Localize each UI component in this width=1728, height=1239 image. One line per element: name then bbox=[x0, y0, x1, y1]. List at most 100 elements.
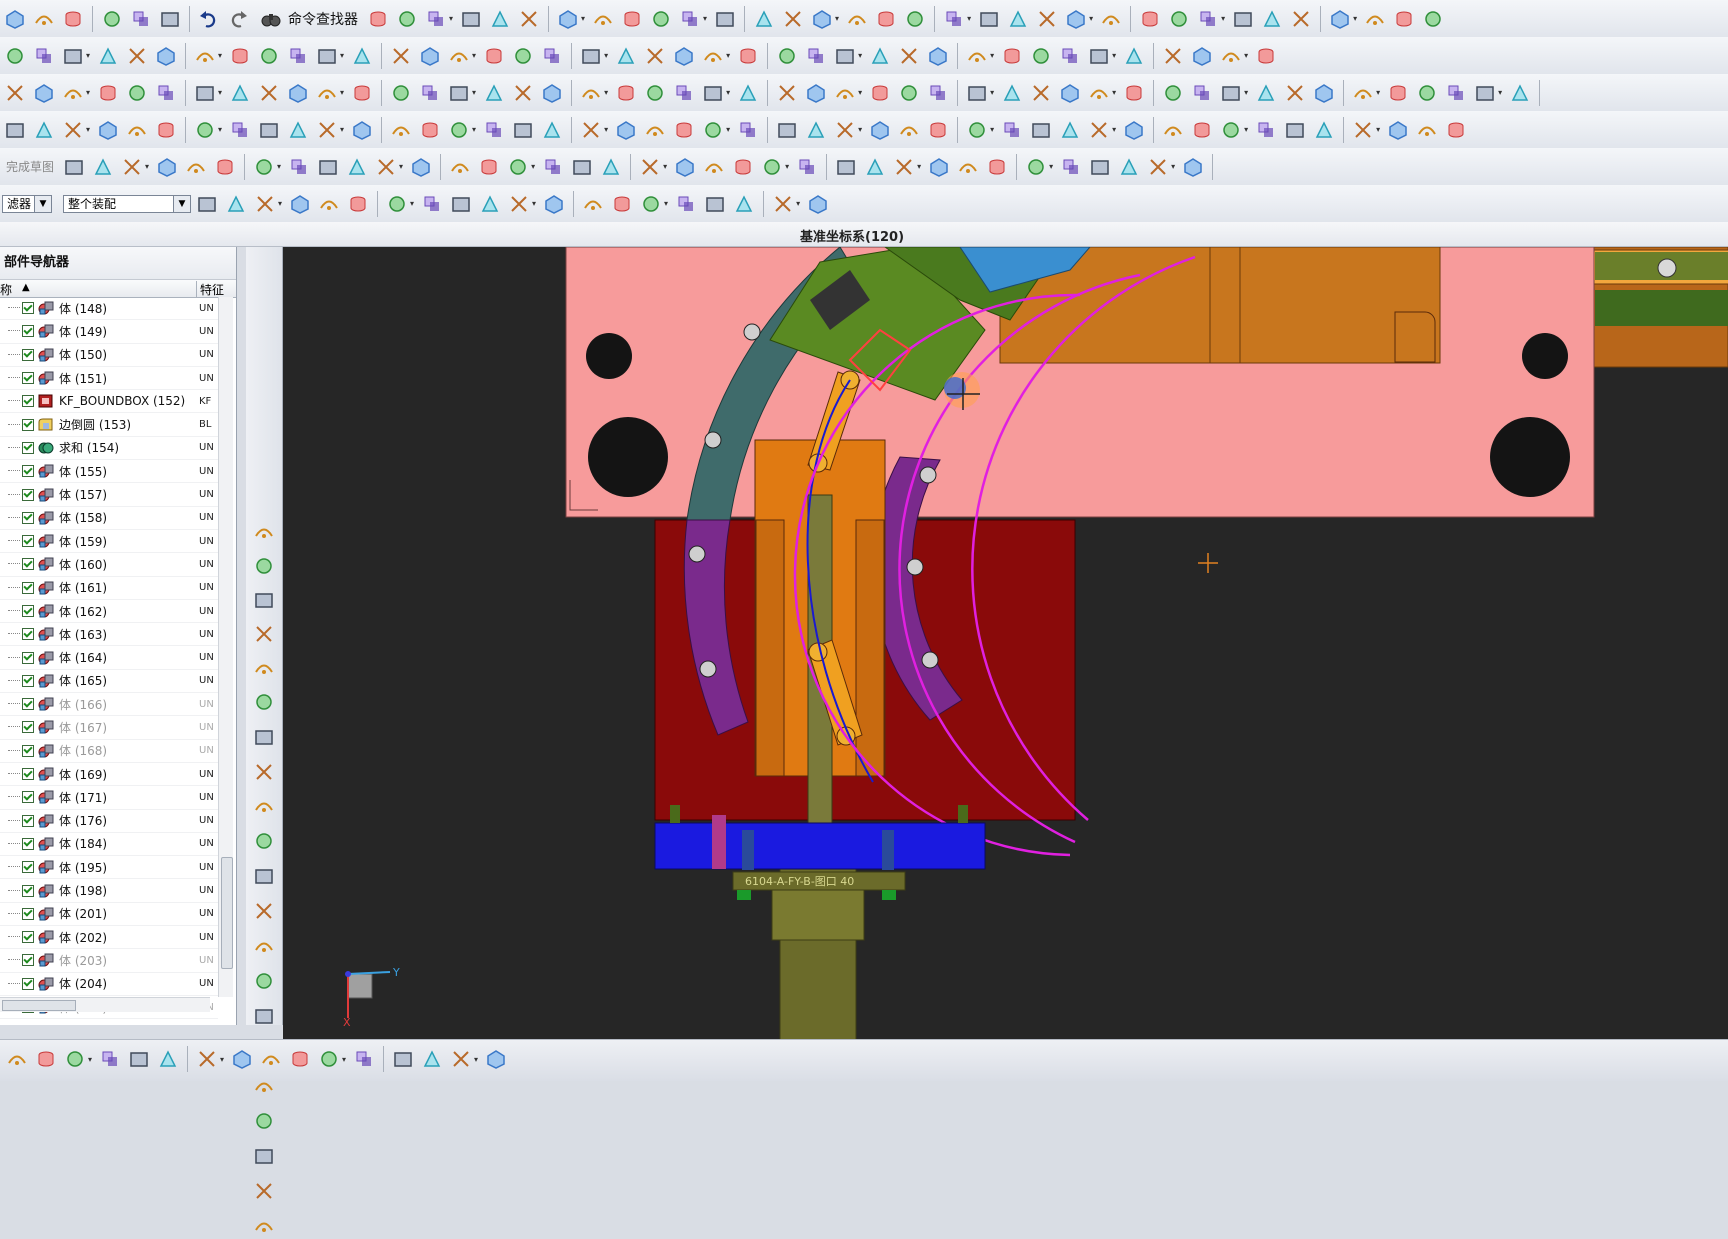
pad-icon[interactable] bbox=[735, 43, 761, 69]
navigator-row[interactable]: 体 (165) UN bbox=[0, 670, 218, 694]
navigator-row[interactable]: 体 (184) UN bbox=[0, 833, 218, 857]
dropdown-arrow-icon[interactable]: ▾ bbox=[990, 88, 994, 97]
roles-icon[interactable] bbox=[251, 863, 277, 889]
visibility-checkbox[interactable] bbox=[22, 977, 34, 990]
feature-icon[interactable] bbox=[539, 43, 565, 69]
visibility-checkbox[interactable] bbox=[22, 651, 34, 664]
new-file-icon[interactable] bbox=[2, 6, 28, 32]
dropdown-arrow-icon[interactable]: ▾ bbox=[472, 125, 476, 134]
navigator-row[interactable]: 体 (171) UN bbox=[0, 786, 218, 810]
shell-icon[interactable] bbox=[896, 43, 922, 69]
font-icon[interactable] bbox=[448, 1046, 474, 1072]
groove-icon[interactable] bbox=[153, 43, 179, 69]
dropdown-arrow-icon[interactable]: ▾ bbox=[277, 162, 281, 171]
dimension-icon[interactable] bbox=[891, 154, 917, 180]
snap-icon[interactable] bbox=[1288, 6, 1314, 32]
scope-dropdown[interactable]: 整个装配 ▼ bbox=[63, 194, 191, 213]
text-icon[interactable] bbox=[1311, 80, 1337, 106]
dropdown-arrow-icon[interactable]: ▾ bbox=[472, 51, 476, 60]
navigator-row[interactable]: 体 (166) UN bbox=[0, 693, 218, 717]
blend-icon[interactable] bbox=[832, 43, 858, 69]
layer-icon[interactable] bbox=[941, 6, 967, 32]
dimension-icon[interactable] bbox=[344, 154, 370, 180]
dropdown-arrow-icon[interactable]: ▾ bbox=[1244, 125, 1248, 134]
hole-icon[interactable] bbox=[2, 43, 28, 69]
filter-icon[interactable] bbox=[1166, 6, 1192, 32]
dropdown-arrow-icon[interactable]: ▾ bbox=[340, 51, 344, 60]
split-icon[interactable] bbox=[1160, 43, 1186, 69]
dropdown-arrow-icon[interactable]: ▾ bbox=[703, 14, 707, 23]
dropdown-arrow-icon[interactable]: ▾ bbox=[1376, 88, 1380, 97]
annotation-icon[interactable] bbox=[351, 1046, 377, 1072]
navigator-row[interactable]: 体 (163) UN bbox=[0, 623, 218, 647]
cone-icon[interactable] bbox=[95, 117, 121, 143]
polygon-icon[interactable] bbox=[154, 154, 180, 180]
snap-center-icon[interactable] bbox=[384, 191, 410, 217]
subtract-icon[interactable] bbox=[417, 43, 443, 69]
block-icon[interactable] bbox=[31, 117, 57, 143]
constraint-icon[interactable] bbox=[862, 154, 888, 180]
datum-plane-icon[interactable] bbox=[1057, 117, 1083, 143]
text-icon[interactable] bbox=[417, 80, 443, 106]
spline-icon[interactable] bbox=[1282, 80, 1308, 106]
part-navigator-icon[interactable] bbox=[251, 587, 277, 613]
navigator-row[interactable]: 体 (198) UN bbox=[0, 879, 218, 903]
system-materials-icon[interactable] bbox=[251, 759, 277, 785]
rectangle-icon[interactable] bbox=[314, 80, 340, 106]
point-icon[interactable] bbox=[613, 80, 639, 106]
spline-icon[interactable] bbox=[832, 80, 858, 106]
process-studio-icon[interactable] bbox=[251, 793, 277, 819]
dropdown-arrow-icon[interactable]: ▾ bbox=[1112, 51, 1116, 60]
filter-dropdown[interactable]: 滤器 ▼ bbox=[2, 194, 52, 213]
trim-icon[interactable] bbox=[1362, 6, 1388, 32]
dropdown-arrow-icon[interactable]: ▾ bbox=[1244, 51, 1248, 60]
point-set-icon[interactable] bbox=[1160, 117, 1186, 143]
filter-icon[interactable] bbox=[712, 6, 738, 32]
profile-icon[interactable] bbox=[1023, 154, 1049, 180]
move-face-icon[interactable] bbox=[896, 117, 922, 143]
dropdown-arrow-icon[interactable]: ▾ bbox=[663, 162, 667, 171]
dropdown-arrow-icon[interactable]: ▾ bbox=[967, 14, 971, 23]
offset-icon[interactable] bbox=[212, 154, 238, 180]
undo-icon[interactable] bbox=[196, 6, 222, 32]
bridge-curve-icon[interactable] bbox=[1443, 80, 1469, 106]
dropdown-arrow-icon[interactable]: ▾ bbox=[1221, 14, 1225, 23]
point-icon[interactable] bbox=[183, 154, 209, 180]
snap-midpoint-icon[interactable] bbox=[345, 191, 371, 217]
dropdown-arrow-icon[interactable]: ▾ bbox=[1089, 14, 1093, 23]
join-curve-icon[interactable] bbox=[124, 80, 150, 106]
select-face-icon[interactable] bbox=[477, 191, 503, 217]
offset-curve-icon[interactable] bbox=[2, 80, 28, 106]
command-finder-button[interactable]: 命令查找器 bbox=[254, 6, 362, 32]
dropdown-arrow-icon[interactable]: ▾ bbox=[449, 14, 453, 23]
visibility-checkbox[interactable] bbox=[22, 954, 34, 967]
dropdown-arrow-icon[interactable]: ▾ bbox=[88, 1055, 92, 1064]
dropdown-arrow-icon[interactable]: ▾ bbox=[410, 199, 414, 208]
label-icon[interactable] bbox=[483, 1046, 509, 1072]
offset-face-icon[interactable] bbox=[1282, 117, 1308, 143]
datum-plane-icon[interactable] bbox=[613, 117, 639, 143]
project-curve-icon[interactable] bbox=[925, 80, 951, 106]
offset-face-icon[interactable] bbox=[388, 117, 414, 143]
chamfer-icon[interactable] bbox=[90, 154, 116, 180]
point-icon[interactable] bbox=[730, 154, 756, 180]
visibility-checkbox[interactable] bbox=[22, 861, 34, 874]
cone-icon[interactable] bbox=[1443, 117, 1469, 143]
line-icon[interactable] bbox=[505, 154, 531, 180]
dropdown-arrow-icon[interactable]: ▾ bbox=[726, 125, 730, 134]
hole-icon[interactable] bbox=[642, 43, 668, 69]
trim-body-icon[interactable] bbox=[1121, 43, 1147, 69]
navigator-row[interactable]: 体 (167) UN bbox=[0, 716, 218, 740]
analysis-icon[interactable] bbox=[809, 6, 835, 32]
boss-icon[interactable] bbox=[31, 43, 57, 69]
redo-icon[interactable] bbox=[225, 6, 251, 32]
snap-quadrant-icon[interactable] bbox=[702, 191, 728, 217]
motion-icon[interactable] bbox=[251, 1143, 277, 1169]
finish-sketch-button[interactable]: 完成草图 bbox=[2, 158, 58, 175]
dropdown-arrow-icon[interactable]: ▾ bbox=[604, 88, 608, 97]
dropdown-arrow-icon[interactable]: ▾ bbox=[1112, 125, 1116, 134]
pocket-icon[interactable] bbox=[60, 43, 86, 69]
dropdown-arrow-icon[interactable]: ▾ bbox=[604, 51, 608, 60]
open-folder-icon[interactable] bbox=[31, 6, 57, 32]
visibility-checkbox[interactable] bbox=[22, 721, 34, 734]
